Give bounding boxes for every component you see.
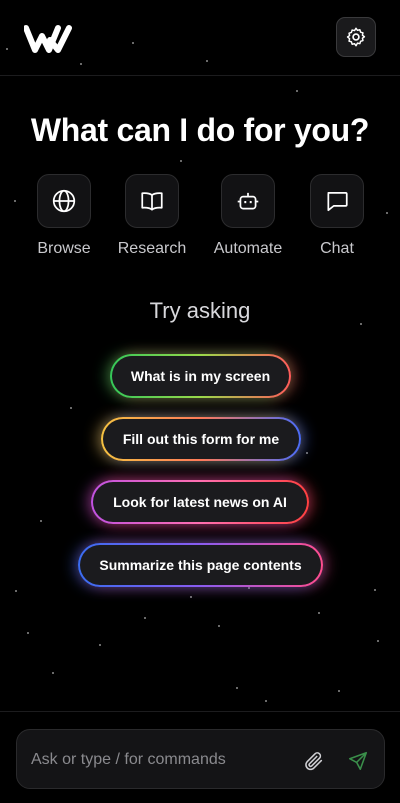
gear-icon xyxy=(346,27,366,47)
composer-box xyxy=(16,729,385,790)
w-logo-icon[interactable] xyxy=(24,22,72,54)
suggestion-chip[interactable]: Fill out this form for me xyxy=(101,417,301,461)
mode-selector: Browse Research Automate Chat xyxy=(0,174,400,264)
paperclip-icon[interactable] xyxy=(303,750,325,772)
mode-browse-icon-box[interactable] xyxy=(37,174,91,228)
chat-bubble-icon xyxy=(327,192,348,212)
mode-chat-icon-box[interactable] xyxy=(310,174,364,228)
suggestions-heading: Try asking xyxy=(149,298,251,323)
suggestion-chip[interactable]: Look for latest news on AI xyxy=(91,480,309,524)
mode-research-label: Research xyxy=(117,240,187,257)
book-icon xyxy=(141,192,163,211)
mode-automate-icon-box[interactable] xyxy=(221,174,275,228)
prompt-input[interactable] xyxy=(29,730,303,790)
mode-chat[interactable]: Chat xyxy=(292,174,382,258)
mode-browse[interactable]: Browse xyxy=(19,174,109,258)
globe-icon xyxy=(52,189,76,213)
settings-button[interactable] xyxy=(336,17,376,57)
robot-icon xyxy=(237,192,259,210)
mode-browse-label: Browse xyxy=(37,240,91,257)
mode-automate[interactable]: Automate xyxy=(203,174,293,258)
composer-bar xyxy=(0,711,400,803)
suggestion-chip[interactable]: Summarize this page contents xyxy=(78,543,323,587)
mode-research-icon-box[interactable] xyxy=(125,174,179,228)
page-title: What can I do for you? xyxy=(30,112,370,148)
mode-chat-label: Chat xyxy=(320,240,354,257)
mode-research[interactable]: Research xyxy=(107,174,197,258)
mode-automate-label: Automate xyxy=(213,240,283,257)
send-icon[interactable] xyxy=(347,750,369,772)
app-header xyxy=(0,0,400,76)
suggestion-chip[interactable]: What is in my screen xyxy=(110,354,291,398)
